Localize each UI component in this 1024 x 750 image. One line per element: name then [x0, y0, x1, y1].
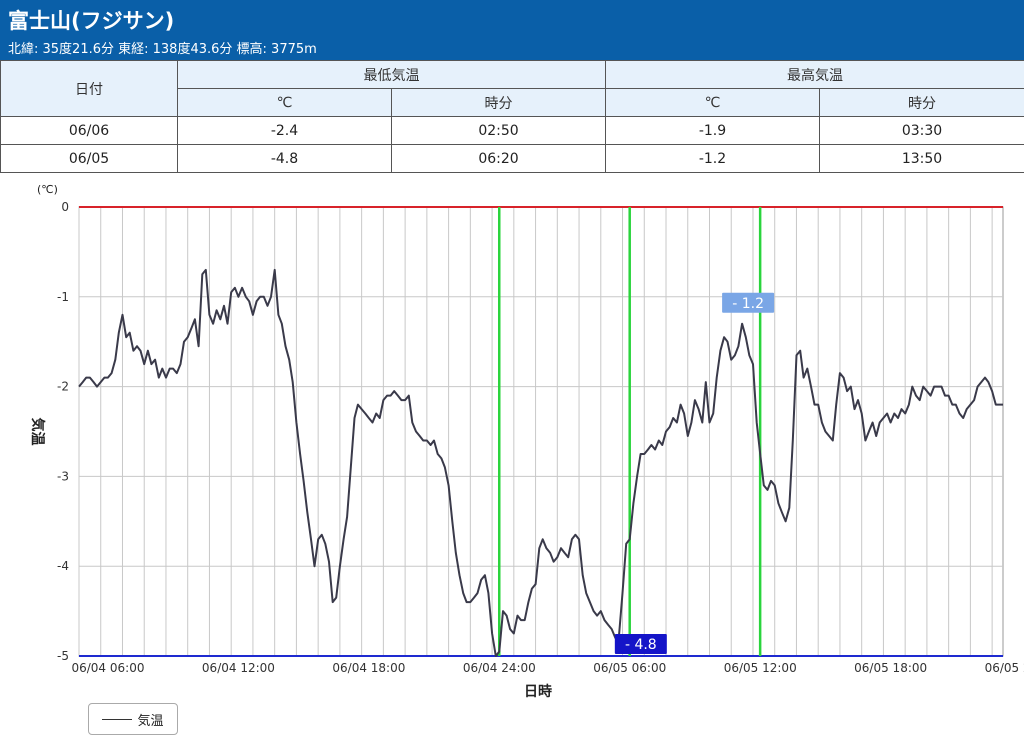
temperature-summary-table: 日付 最低気温 最高気温 ℃ 時分 ℃ 時分 06/06 -2.4 02:50 … — [0, 60, 1024, 173]
y-tick-label: -4 — [57, 559, 69, 573]
row-min-time: 06:20 — [392, 145, 606, 173]
x-tick-label: 06/04 12:00 — [202, 661, 275, 675]
date-header: 日付 — [1, 61, 178, 117]
x-tick-label: 06/05 24:00 — [985, 661, 1024, 675]
y-axis-label: 気温 — [29, 418, 46, 446]
x-tick-label: 06/05 12:00 — [724, 661, 797, 675]
y-tick-label: -2 — [57, 380, 69, 394]
chart-legend[interactable]: 気温 — [88, 703, 178, 735]
station-header: 富士山(フジサン) 北緯: 35度21.6分 東経: 138度43.6分 標高:… — [0, 0, 1024, 60]
chart-svg: - 1.2 - 4.8 (℃) 気温 日時 0 -1 -2 -3 -4 -506/04 06… — [0, 176, 1024, 746]
x-tick-label: 06/04 18:00 — [332, 661, 405, 675]
legend-line-icon — [102, 719, 132, 720]
row-min-temp: -4.8 — [178, 145, 392, 173]
table-row: 06/06 -2.4 02:50 -1.9 03:30 — [1, 117, 1024, 145]
x-tick-label: 06/04 06:00 — [71, 661, 144, 675]
station-title: 富士山(フジサン) — [8, 5, 174, 35]
row-max-time: 13:50 — [820, 145, 1024, 173]
row-date: 06/06 — [1, 117, 178, 145]
x-tick-label: 06/05 06:00 — [593, 661, 666, 675]
annotation-label: - 1.2 — [732, 296, 764, 312]
max-celsius-header: ℃ — [606, 89, 820, 117]
row-max-temp: -1.9 — [606, 117, 820, 145]
row-min-time: 02:50 — [392, 117, 606, 145]
y-tick-label: 0 — [61, 200, 69, 214]
x-axis-label: 日時 — [524, 683, 552, 700]
max-temp-header: 最高気温 — [606, 61, 1024, 89]
y-tick-label: -3 — [57, 469, 69, 483]
legend-label: 気温 — [137, 710, 163, 729]
row-max-time: 03:30 — [820, 117, 1024, 145]
station-coordinates: 北緯: 35度21.6分 東経: 138度43.6分 標高: 3775m — [8, 38, 317, 57]
row-min-temp: -2.4 — [178, 117, 392, 145]
row-date: 06/05 — [1, 145, 178, 173]
min-celsius-header: ℃ — [178, 89, 392, 117]
annotation-label: - 4.8 — [625, 637, 657, 653]
max-time-header: 時分 — [820, 89, 1024, 117]
y-tick-label: -5 — [57, 649, 69, 663]
temperature-chart: - 1.2 - 4.8 (℃) 気温 日時 0 -1 -2 -3 -4 -506/04 06… — [0, 176, 1024, 746]
x-tick-label: 06/04 24:00 — [463, 661, 536, 675]
min-time-header: 時分 — [392, 89, 606, 117]
table-row: 06/05 -4.8 06:20 -1.2 13:50 — [1, 145, 1024, 173]
y-unit-label: (℃) — [37, 183, 58, 196]
row-max-temp: -1.2 — [606, 145, 820, 173]
x-tick-label: 06/05 18:00 — [854, 661, 927, 675]
y-tick-label: -1 — [57, 290, 69, 304]
min-temp-header: 最低気温 — [178, 61, 606, 89]
